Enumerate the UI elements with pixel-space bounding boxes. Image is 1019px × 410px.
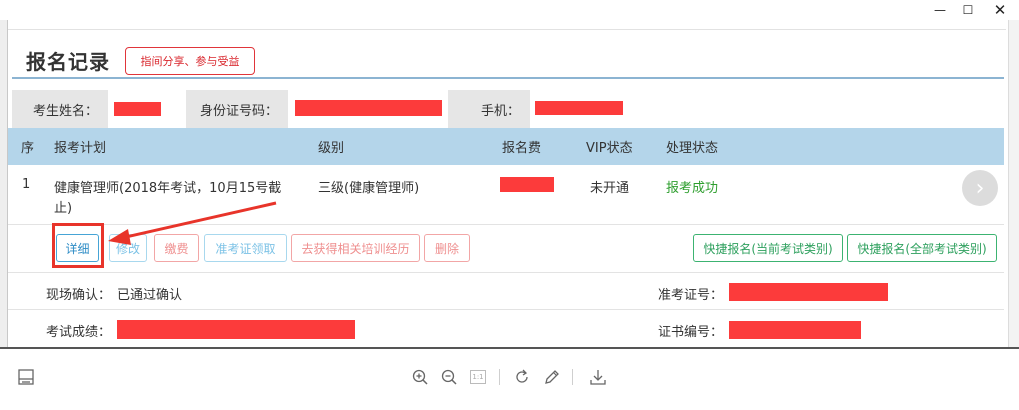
score-label: 考试成绩： [46,325,112,340]
edit-icon[interactable] [541,366,563,388]
redacted-certificate-number [729,321,861,339]
viewer-toolbar [0,349,1019,410]
redacted-admission-number [729,283,888,301]
redacted-score [117,320,355,339]
actual-size-label: 1:1 [470,370,486,384]
certificate-number-label: 证书编号： [658,325,724,340]
zoom-in-icon[interactable] [409,366,431,388]
row-divider [8,272,1004,273]
toolbar-separator [572,369,573,385]
onsite-confirm-value: 已通过确认 [117,288,183,303]
rotate-icon[interactable] [511,366,533,388]
admission-number-label: 准考证号： [658,288,724,303]
download-icon[interactable] [587,366,609,388]
toolbar-separator [499,369,500,385]
row-divider [8,309,1004,310]
onsite-confirm-label: 现场确认： [46,288,112,303]
actual-size-icon[interactable]: 1:1 [467,366,489,388]
sidebar-icon[interactable] [15,366,37,388]
zoom-out-icon[interactable] [438,366,460,388]
